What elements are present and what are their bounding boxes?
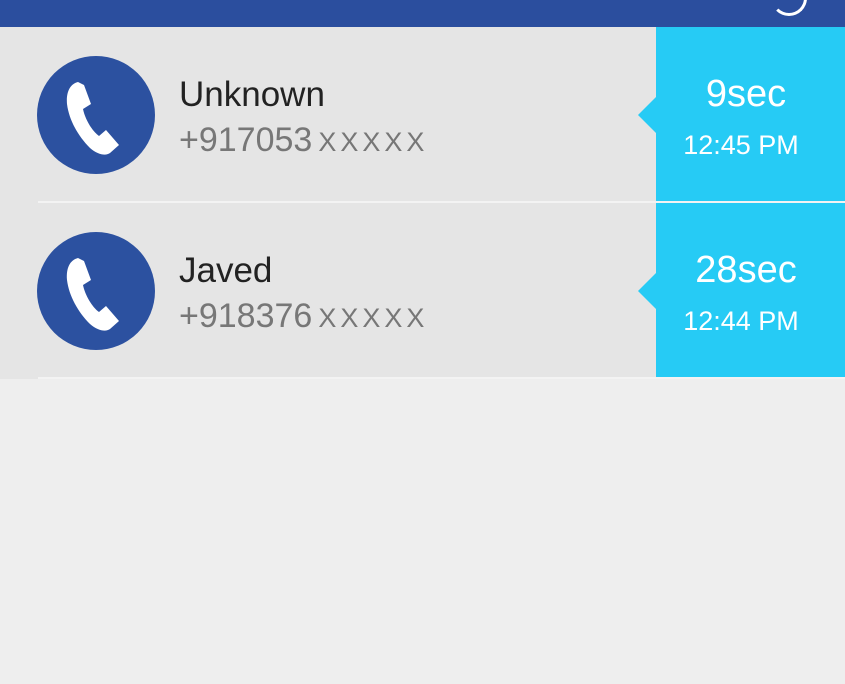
call-log-item[interactable]: Javed +918376 XXXXX 28sec 12:44 PM xyxy=(0,203,845,379)
contact-number: +918376 XXXXX xyxy=(179,297,428,336)
call-log-list: Unknown +917053 XXXXX 9sec 12:45 PM Javed… xyxy=(0,27,845,379)
number-prefix: +917053 xyxy=(179,121,313,159)
contact-name: Javed xyxy=(179,251,273,290)
duration-panel: 9sec 12:45 PM xyxy=(638,27,845,201)
contact-name: Unknown xyxy=(179,75,325,114)
number-masked: XXXXX xyxy=(318,303,429,333)
contact-number: +917053 XXXXX xyxy=(179,121,428,160)
call-duration: 28sec xyxy=(695,249,797,291)
number-prefix: +918376 xyxy=(179,297,313,335)
call-time: 12:44 PM xyxy=(683,306,799,336)
app-bar xyxy=(0,0,845,27)
call-time: 12:45 PM xyxy=(683,130,799,160)
call-log-item[interactable]: Unknown +917053 XXXXX 9sec 12:45 PM xyxy=(0,27,845,203)
duration-panel: 28sec 12:44 PM xyxy=(638,203,845,377)
phone-icon xyxy=(66,82,119,155)
panel-pointer xyxy=(638,97,656,133)
number-masked: XXXXX xyxy=(318,127,429,157)
panel-pointer xyxy=(638,273,656,309)
call-duration: 9sec xyxy=(705,73,787,115)
contact-avatar xyxy=(37,56,155,174)
row-divider xyxy=(38,377,845,379)
circle-arrow-icon[interactable] xyxy=(771,0,807,16)
contact-avatar xyxy=(37,232,155,350)
phone-icon xyxy=(66,258,119,331)
